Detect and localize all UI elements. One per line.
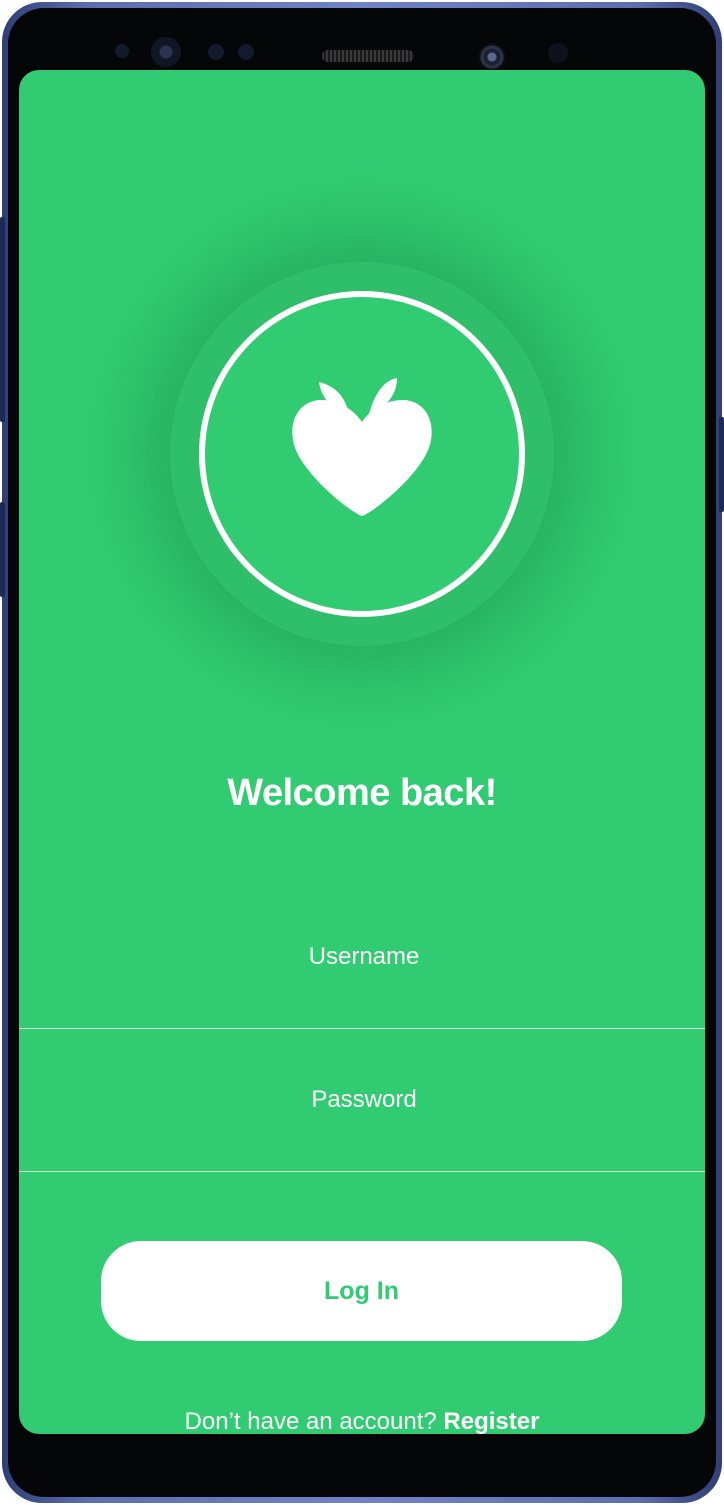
- login-screen: Welcome back! Log In Don’t have an accou…: [19, 70, 705, 1434]
- register-link[interactable]: Register: [443, 1408, 539, 1434]
- power-button: [719, 417, 724, 512]
- username-field-row: [19, 886, 705, 1029]
- rear-sensor: [548, 43, 568, 63]
- page-title: Welcome back!: [227, 772, 497, 814]
- iris-led: [238, 44, 254, 60]
- password-field-row: [19, 1029, 705, 1172]
- proximity-sensor: [115, 44, 129, 58]
- heart-apple-icon: [292, 378, 432, 516]
- bixby-button: [0, 502, 5, 597]
- front-camera: [478, 43, 506, 71]
- volume-button: [0, 217, 5, 422]
- login-button[interactable]: Log In: [101, 1241, 622, 1341]
- username-input[interactable]: [19, 942, 705, 972]
- register-prompt: Don’t have an account? Register: [19, 1408, 705, 1434]
- password-input[interactable]: [19, 1085, 705, 1115]
- light-sensor: [208, 44, 224, 60]
- register-prompt-text: Don’t have an account?: [184, 1408, 444, 1434]
- iris-camera: [151, 37, 181, 67]
- earpiece-speaker: [322, 50, 414, 62]
